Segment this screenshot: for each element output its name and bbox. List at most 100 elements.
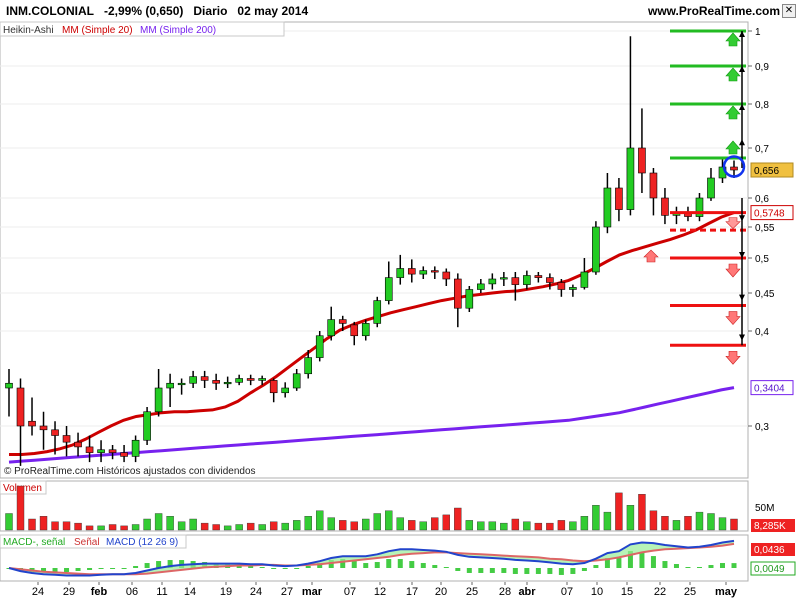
volume-bar xyxy=(5,513,13,531)
candle-up xyxy=(523,275,531,285)
macd-histogram-bar xyxy=(489,568,495,573)
macd-histogram-bar xyxy=(455,568,461,571)
volume-bar xyxy=(442,514,451,531)
candle-up xyxy=(131,439,140,457)
candle-up xyxy=(488,278,497,285)
candle-up xyxy=(304,357,313,375)
candle-down xyxy=(638,147,646,174)
price-tick-label: 0,5 xyxy=(755,254,769,265)
chart-canvas: Heikin-Ashi MM (Simple 20) MM (Simple 20… xyxy=(0,21,796,598)
x-tick-label: may xyxy=(715,586,738,598)
volume-bar xyxy=(212,524,220,531)
candle-down xyxy=(534,275,543,278)
volume-bar xyxy=(62,521,71,531)
volume-bar xyxy=(97,525,105,531)
macd-histogram-bar xyxy=(420,563,426,568)
candle-up xyxy=(189,376,197,384)
candle-up xyxy=(166,382,174,389)
x-tick-label: 07 xyxy=(561,586,573,598)
volume-bar xyxy=(143,518,151,531)
candle-down xyxy=(546,277,554,283)
x-tick-label: 12 xyxy=(374,586,386,598)
x-tick-label: abr xyxy=(518,586,536,598)
last-price-badge-text: 0,656 xyxy=(754,166,779,177)
macd-histogram-bar xyxy=(144,563,150,568)
volume-bar xyxy=(557,520,566,531)
x-tick-label: mar xyxy=(302,586,323,598)
macd-histogram-bar xyxy=(121,568,127,569)
volume-bar xyxy=(120,525,128,531)
candle-up xyxy=(603,187,612,228)
candle-up xyxy=(592,226,600,273)
candle-down xyxy=(74,441,82,448)
candle-down xyxy=(85,446,94,453)
candle-up xyxy=(315,335,324,358)
watermark-text: © ProRealTime.com Históricos ajustados c… xyxy=(4,466,256,477)
macd-histogram-bar xyxy=(558,568,564,575)
volume-bar xyxy=(189,518,197,531)
volume-bar xyxy=(350,521,358,531)
volume-bar xyxy=(569,521,577,531)
volume-bar xyxy=(603,511,612,531)
macd-histogram-bar xyxy=(673,564,679,568)
volume-bar xyxy=(730,518,738,531)
candle-up xyxy=(361,323,370,337)
candle-up xyxy=(569,287,577,290)
macd-histogram-bar xyxy=(731,563,737,568)
macd-histogram-bar xyxy=(351,561,357,568)
candle-up xyxy=(5,382,13,389)
volume-bar xyxy=(39,516,48,531)
volume-bar xyxy=(362,518,370,531)
price-tick-label: 0,8 xyxy=(755,100,769,111)
volume-bar xyxy=(477,521,485,531)
x-tick-label: 25 xyxy=(466,586,478,598)
macd-histogram-bar xyxy=(570,568,576,574)
volume-bar xyxy=(465,520,474,531)
volume-bar xyxy=(661,516,669,531)
macd-histogram-bar xyxy=(662,561,668,568)
candle-up xyxy=(373,300,382,324)
x-tick-label: 24 xyxy=(32,586,44,598)
candle-up xyxy=(500,277,508,280)
volume-bar xyxy=(649,510,658,531)
candle-down xyxy=(108,449,117,453)
macd-histogram-bar xyxy=(443,567,449,569)
volume-bar xyxy=(684,516,692,531)
price-tick-label: 1 xyxy=(755,27,761,38)
macd-histogram-bar xyxy=(271,568,277,569)
volume-bar xyxy=(16,485,25,531)
hist-badge-value: 0,0049 xyxy=(754,564,785,575)
candle-up xyxy=(143,411,151,441)
macd-histogram-bar xyxy=(294,568,300,569)
x-tick-label: feb xyxy=(91,586,108,598)
macd-histogram-bar xyxy=(374,562,380,568)
macd-histogram-bar xyxy=(64,568,70,572)
x-tick-label: 24 xyxy=(250,586,262,598)
x-axis: 24 29 feb 06 11 14 19 24 27 mar 07 12 17 20 25 28 abr 07 1… xyxy=(32,582,738,598)
macd-histogram-bar xyxy=(512,568,518,574)
macd-histogram-bar xyxy=(98,568,104,569)
macd-histogram-bar xyxy=(650,556,656,568)
price-tick-label: 0,4 xyxy=(755,327,769,338)
macd-histogram-bar xyxy=(685,567,691,569)
volume-bar xyxy=(154,513,163,531)
macd-histogram-bar xyxy=(305,566,311,568)
x-tick-label: 19 xyxy=(220,586,232,598)
candle-down xyxy=(442,271,451,280)
volume-bar xyxy=(511,518,520,531)
x-tick-label: 11 xyxy=(156,586,167,598)
candle-down xyxy=(454,278,462,309)
volume-bar xyxy=(373,513,381,531)
volume-bar xyxy=(580,516,589,531)
volume-bar xyxy=(316,510,324,531)
candle-up xyxy=(419,270,428,275)
candle-down xyxy=(730,166,738,171)
x-tick-label: 22 xyxy=(654,586,666,598)
price-tick-label: 0,6 xyxy=(755,194,769,205)
volume-tick-50m: 50M xyxy=(755,503,774,514)
volume-bar xyxy=(304,516,312,531)
ma200-badge-text: 0,3404 xyxy=(754,384,785,395)
volume-bar xyxy=(28,518,36,531)
volume-bar xyxy=(51,521,59,531)
candle-down xyxy=(350,324,359,337)
